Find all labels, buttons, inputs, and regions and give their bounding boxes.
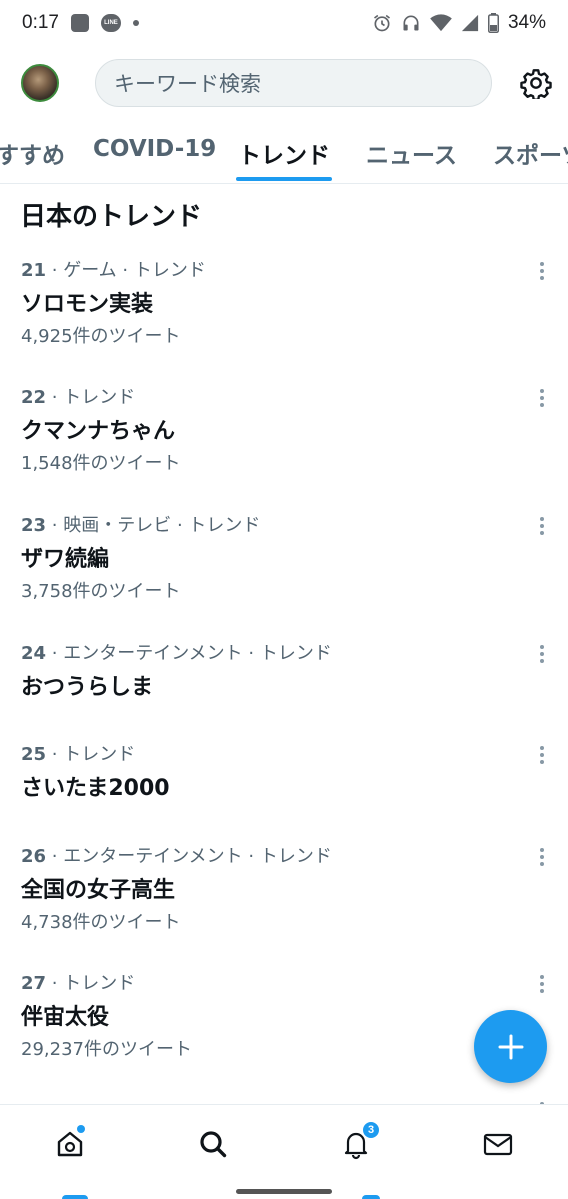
more-options-icon[interactable] (532, 260, 552, 282)
tab-news[interactable]: ニュース (366, 136, 457, 170)
trend-rank: 21 (21, 260, 47, 281)
trend-name: ザワ続編 (21, 547, 110, 572)
nav-notifications[interactable]: 3 (339, 1121, 380, 1161)
wifi-icon (430, 14, 452, 32)
peek-accent-right (362, 1195, 380, 1199)
trend-name: 全国の女子高生 (21, 878, 176, 903)
cell-signal-icon (461, 14, 479, 32)
trend-context: · トレンド (46, 744, 136, 765)
peek-accent-left (62, 1195, 88, 1199)
more-options-icon[interactable] (532, 387, 552, 409)
top-bar: キーワード検索 (0, 52, 568, 114)
trend-meta: 24 · エンターテインメント · トレンド (21, 639, 332, 665)
trend-name: クマンナちゃん (21, 419, 176, 444)
trend-rank: 24 (21, 643, 47, 664)
compose-tweet-button[interactable] (474, 1010, 547, 1083)
trend-context: · エンターテインメント · トレンド (46, 846, 332, 867)
search-input[interactable]: キーワード検索 (95, 59, 492, 107)
trend-context: · エンターテインメント · トレンド (46, 643, 332, 664)
bottom-nav: 3 (0, 1104, 568, 1199)
settings-gear-icon[interactable] (520, 67, 552, 99)
trend-context: · ゲーム · トレンド (46, 260, 206, 281)
tab-covid19[interactable]: COVID-19 (93, 136, 216, 162)
notification-app-icon (70, 14, 89, 32)
trend-name: 伴宙太役 (21, 1005, 110, 1030)
trend-name: ソロモン実装 (21, 292, 154, 317)
trend-context: · トレンド (46, 973, 136, 994)
tab-trends[interactable]: トレンド (238, 136, 330, 170)
line-app-icon: LINE (100, 14, 121, 32)
trend-tweet-count: 29,237件のツイート (21, 1039, 192, 1060)
more-options-icon[interactable] (532, 643, 552, 665)
trend-rank: 27 (21, 973, 47, 994)
trend-rank: 22 (21, 387, 47, 408)
trend-context: · 映画・テレビ · トレンド (46, 515, 261, 536)
mail-icon (483, 1133, 513, 1156)
battery-icon (487, 13, 499, 33)
battery-percentage: 34% (507, 12, 546, 33)
trend-rank: 23 (21, 515, 47, 536)
trend-meta: 25 · トレンド (21, 740, 135, 766)
trend-tweet-count: 4,738件のツイート (21, 912, 181, 933)
notifications-badge: 3 (362, 1121, 380, 1139)
more-notifications-dot-icon (132, 20, 139, 26)
trend-tweet-count: 4,925件のツイート (21, 326, 181, 347)
section-title: 日本のトレンド (20, 202, 203, 232)
avatar[interactable] (21, 64, 59, 102)
trend-name: さいたま2000 (21, 776, 170, 801)
more-options-icon[interactable] (532, 973, 552, 995)
trend-name: おつうらしま (21, 675, 154, 700)
plus-icon (498, 1034, 523, 1059)
headphones-icon (403, 15, 419, 31)
gesture-bar[interactable] (236, 1189, 332, 1194)
search-icon (200, 1131, 227, 1158)
trend-meta: 27 · トレンド (21, 969, 135, 995)
more-options-icon[interactable] (532, 515, 552, 537)
trend-context: · トレンド (46, 387, 136, 408)
more-options-icon[interactable] (532, 744, 552, 766)
trend-meta: 22 · トレンド (21, 383, 135, 409)
trend-tweet-count: 3,758件のツイート (21, 581, 181, 602)
tab-sports[interactable]: スポーツ (493, 136, 568, 170)
alarm-icon (373, 14, 390, 32)
trend-tweet-count: 1,548件のツイート (21, 453, 181, 474)
status-time: 0:17 (22, 12, 59, 33)
search-placeholder: キーワード検索 (114, 72, 261, 96)
home-new-content-dot (77, 1125, 85, 1133)
more-options-icon[interactable] (532, 846, 552, 868)
nav-messages[interactable] (481, 1127, 515, 1161)
trend-rank: 26 (21, 846, 47, 867)
explore-tabs: すすめ COVID-19 トレンド ニュース スポーツ (0, 124, 568, 184)
nav-explore[interactable] (196, 1127, 230, 1161)
trend-meta: 21 · ゲーム · トレンド (21, 256, 206, 282)
nav-home[interactable] (53, 1125, 87, 1161)
trend-meta: 23 · 映画・テレビ · トレンド (21, 511, 260, 537)
tab-recommended[interactable]: すすめ (0, 136, 65, 170)
status-bar: 0:17 LINE 34% (0, 0, 568, 46)
trend-meta: 26 · エンターテインメント · トレンド (21, 842, 332, 868)
trend-rank: 25 (21, 744, 47, 765)
active-tab-indicator (236, 177, 332, 181)
